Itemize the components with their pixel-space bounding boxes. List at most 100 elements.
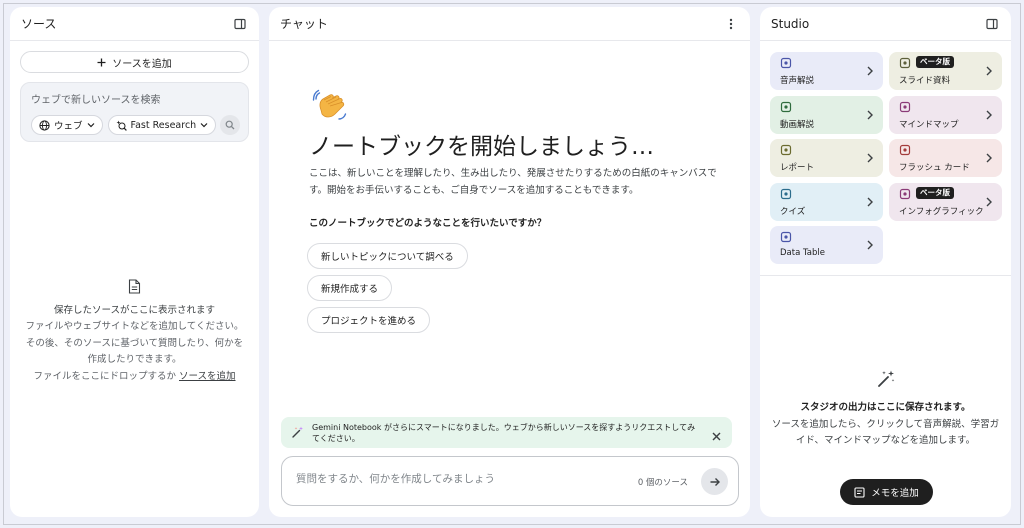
- chevron-right-icon: [986, 110, 992, 119]
- source-count: 0 個のソース: [637, 478, 688, 488]
- chevron-right-icon: [867, 240, 873, 250]
- studio-tile-data-table[interactable]: Data Table: [770, 226, 883, 264]
- studio-tile-audio-overview[interactable]: 音声解説: [770, 52, 883, 90]
- studio-empty-title: スタジオの出力はここに保存されます。: [800, 402, 971, 413]
- note-icon: [854, 486, 865, 498]
- search-placeholder: ウェブで新しいソースを検索: [31, 95, 161, 106]
- studio-tile-slide-deck[interactable]: ベータ版スライド資料: [889, 52, 1002, 90]
- search-icon: [225, 120, 235, 130]
- research-chip-label: Fast Research: [130, 119, 197, 131]
- suggestion-research-topic[interactable]: 新しいトピックについて調べる: [307, 243, 468, 269]
- audio-wave-icon: [780, 57, 792, 69]
- studio-empty-state: スタジオの出力はここに保存されます。 ソースを追加したら、クリックして音声解説、…: [760, 369, 1011, 449]
- chat-heading: ノートブックを開始しましょう…: [309, 134, 654, 160]
- studio-header: Studio: [760, 7, 1011, 41]
- flashcard-icon: [899, 144, 911, 156]
- chevron-right-icon: [867, 110, 873, 119]
- chat-input[interactable]: [296, 473, 616, 485]
- studio-tile-label: 動画解説: [780, 119, 815, 130]
- document-icon: [10, 279, 259, 301]
- chevron-right-icon: [867, 197, 873, 206]
- web-dropdown[interactable]: ウェブ: [31, 115, 103, 135]
- banner-text: Gemini Notebook がさらにスマートになりました。ウェブから新しいソ…: [312, 422, 696, 443]
- suggestion-advance-project[interactable]: プロジェクトを進める: [307, 307, 431, 333]
- studio-tile-label: スライド資料: [899, 76, 951, 86]
- web-chip-label: ウェブ: [54, 121, 83, 132]
- sources-empty-line1: ファイルやウェブサイトなどを追加してください。: [25, 321, 244, 332]
- chevron-right-icon: [867, 153, 873, 163]
- send-button[interactable]: [701, 468, 728, 495]
- chat-question: このノートブックでどのようなことを行いたいですか？: [309, 218, 547, 229]
- add-note-label: メモを追加: [871, 488, 919, 499]
- mind-map-icon: [899, 101, 911, 112]
- beta-badge: ベータ版: [916, 56, 954, 68]
- plus-icon: [97, 58, 106, 66]
- magic-wand-icon: [292, 426, 303, 438]
- studio-tile-label: マインドマップ: [899, 119, 959, 130]
- add-note-button[interactable]: メモを追加: [840, 479, 933, 505]
- info-banner: Gemini Notebook がさらにスマートになりました。ウェブから新しいソ…: [281, 417, 732, 448]
- sources-empty-state: 保存したソースがここに表示されます ファイルやウェブサイトなどを追加してください…: [10, 279, 259, 385]
- more-options-icon[interactable]: [722, 15, 740, 33]
- collapse-panel-icon[interactable]: [231, 15, 249, 33]
- chat-composer: 0 個のソース: [281, 456, 739, 506]
- drop-hint: ファイルをここにドロップするか: [33, 370, 179, 382]
- chat-description: ここは、新しいことを理解したり、生み出したり、発展させたりするための白紙のキャン…: [309, 168, 717, 196]
- chat-header: チャット: [269, 7, 750, 41]
- studio-tile-label: レポート: [780, 163, 815, 173]
- studio-tile-label: フラッシュ カード: [899, 163, 970, 173]
- studio-tile-report[interactable]: レポート: [770, 139, 883, 177]
- search-submit-button[interactable]: [220, 115, 240, 135]
- chevron-right-icon: [986, 153, 992, 163]
- collapse-panel-icon[interactable]: [983, 15, 1001, 33]
- sources-empty-line3: 作成したりできます。: [87, 354, 182, 365]
- studio-tile-label: クイズ: [780, 206, 806, 217]
- studio-tile-label: Data Table: [780, 248, 825, 258]
- close-icon[interactable]: [711, 427, 722, 441]
- infographic-icon: [899, 188, 911, 199]
- chevron-right-icon: [867, 66, 873, 76]
- studio-tile-infographic[interactable]: ベータ版インフォグラフィック: [889, 182, 1002, 221]
- studio-tile-label: 音声解説: [780, 76, 815, 86]
- add-source-label: ソースを追加: [112, 58, 172, 70]
- globe-icon: [39, 119, 50, 131]
- table-icon: [780, 231, 792, 243]
- studio-tile-video-overview[interactable]: 動画解説: [770, 95, 883, 134]
- web-source-search[interactable]: ウェブで新しいソースを検索 ウェブ Fast Research: [20, 82, 249, 142]
- report-icon: [780, 144, 792, 156]
- chevron-down-icon: [87, 123, 94, 128]
- studio-empty-line2: イド、マインドマップなどを追加します。: [795, 435, 976, 446]
- video-icon: [780, 101, 792, 112]
- studio-empty-text: ソースを追加したら、クリックして音声解説、学習ガ イド、マインドマップなどを追加…: [760, 417, 1011, 449]
- studio-empty-line1: ソースを追加したら、クリックして音声解説、学習ガ: [771, 419, 1000, 430]
- studio-divider: [760, 275, 1011, 276]
- studio-tile-label: インフォグラフィック: [899, 206, 984, 217]
- chat-panel: チャット ノートブックを開始しましょう… ここは、新しいことを理解したり、生み出…: [269, 7, 750, 517]
- research-mode-dropdown[interactable]: Fast Research: [107, 115, 217, 135]
- chevron-right-icon: [986, 197, 992, 206]
- studio-tile-quiz[interactable]: クイズ: [770, 182, 883, 221]
- waving-hand-icon: [311, 87, 349, 125]
- sources-title: ソース: [21, 17, 57, 31]
- magic-wand-icon: [760, 369, 1011, 393]
- sources-header: ソース: [10, 7, 259, 41]
- suggestion-create-new[interactable]: 新規作成する: [307, 275, 393, 301]
- chat-title: チャット: [280, 17, 328, 31]
- quiz-icon: [780, 188, 792, 199]
- slides-icon: [899, 57, 911, 69]
- sources-empty-line4: ファイルをここにドロップするか ソースを追加: [10, 369, 259, 386]
- sources-panel: ソース ソースを追加 ウェブで新しいソースを検索 ウェブ Fast Resear…: [10, 7, 259, 517]
- studio-panel: Studio 音声解説 ベータ版 スライド資料 動画解説 マインドマップ レポート フラッシ…: [760, 7, 1011, 517]
- studio-title: Studio: [771, 16, 810, 31]
- sources-empty-line2: その後、そのソースに基づいて質問したり、何かを: [25, 337, 244, 349]
- studio-tile-mind-map[interactable]: マインドマップ: [889, 95, 1002, 134]
- studio-tile-flashcards[interactable]: フラッシュ カード: [889, 139, 1002, 177]
- add-source-button[interactable]: ソースを追加: [20, 51, 249, 73]
- add-source-link[interactable]: ソースを追加: [179, 371, 236, 382]
- chevron-down-icon: [200, 123, 208, 128]
- sources-empty-title: 保存したソースがここに表示されます: [53, 304, 216, 316]
- beta-badge: ベータ版: [916, 186, 954, 199]
- arrow-right-icon: [710, 477, 720, 486]
- chevron-right-icon: [986, 66, 992, 76]
- sparkle-search-icon: [116, 120, 127, 131]
